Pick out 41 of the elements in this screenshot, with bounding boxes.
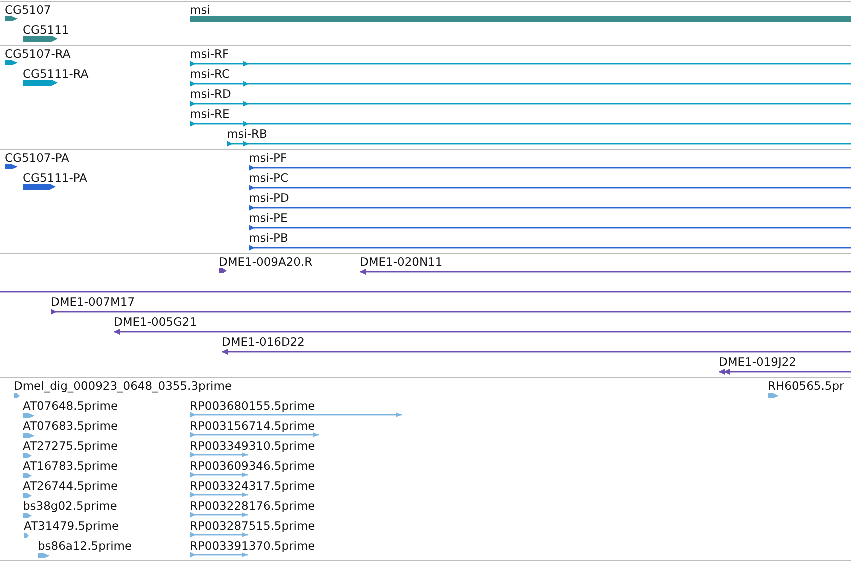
feature-label: CG5107 xyxy=(5,3,52,17)
feature-label: DME1-005G21 xyxy=(114,315,198,329)
feature-label: RP003156714.5prime xyxy=(190,419,316,433)
feature-label: msi-PC xyxy=(249,171,289,185)
feature-label: AT16783.5prime xyxy=(23,459,118,473)
feature-label: msi xyxy=(190,3,210,17)
feature-label: msi-PB xyxy=(249,231,288,245)
feature-label: RP003287515.5prime xyxy=(190,519,316,533)
feature-label: msi-RC xyxy=(190,67,230,81)
feature-label: msi-PF xyxy=(249,151,288,165)
feature-label: DME1-020N11 xyxy=(360,255,443,269)
feature-label: AT27275.5prime xyxy=(23,439,118,453)
feature-label: msi-RF xyxy=(190,47,230,61)
feature-label: Dmel_dig_000923_0648_0355.3prime xyxy=(14,379,232,393)
feature-label: DME1-019J22 xyxy=(719,355,796,369)
feature-label: AT07648.5prime xyxy=(23,399,118,413)
feature-label: AT26744.5prime xyxy=(23,479,118,493)
feature-label: msi-RE xyxy=(190,107,230,121)
feature-label: RP003349310.5prime xyxy=(190,439,316,453)
feature-label: CG5111 xyxy=(23,23,70,37)
feature-label: CG5107-RA xyxy=(5,47,71,61)
feature-label: RH60565.5pr xyxy=(768,379,844,393)
feature-label: RP003228176.5prime xyxy=(190,499,316,513)
feature-label: CG5107-PA xyxy=(5,151,70,165)
feature-label: RP003324317.5prime xyxy=(190,479,316,493)
feature-label: RP003680155.5prime xyxy=(190,399,316,413)
feature-label: bs38g02.5prime xyxy=(23,499,118,513)
feature-label: msi-PD xyxy=(249,191,290,205)
feature-label: msi-PE xyxy=(249,211,288,225)
feature-label: msi-RB xyxy=(227,127,268,141)
feature-label: RP003391370.5prime xyxy=(190,539,316,553)
feature-label: AT07683.5prime xyxy=(23,419,118,433)
feature-label: CG5111-RA xyxy=(23,67,89,81)
feature-label: DME1-007M17 xyxy=(51,295,136,309)
feature-label: DME1-016D22 xyxy=(222,335,305,349)
feature-label: DME1-009A20.R xyxy=(219,255,313,269)
feature-label: CG5111-PA xyxy=(23,171,88,185)
feature-label: AT31479.5prime xyxy=(24,519,120,533)
feature-label: RP003609346.5prime xyxy=(190,459,316,473)
feature-label: msi-RD xyxy=(190,87,232,101)
feature-label: bs86a12.5prime xyxy=(38,539,132,553)
